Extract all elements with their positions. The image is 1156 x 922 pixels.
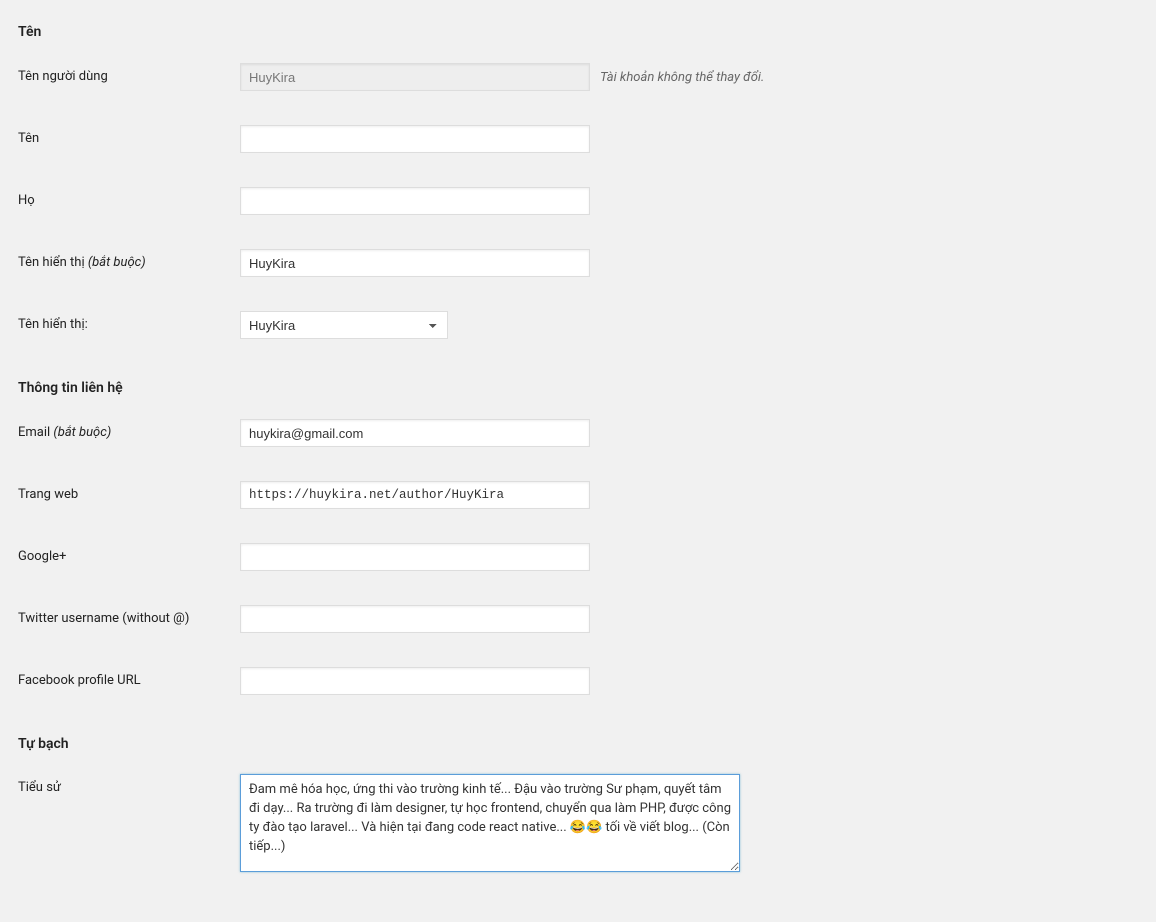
label-display-name-text-prefix: Tên hiển thị bbox=[18, 255, 88, 270]
row-display-name-select: Tên hiển thị: HuyKira bbox=[18, 310, 1138, 340]
field-col-googleplus bbox=[240, 543, 590, 571]
label-twitter: Twitter username (without @) bbox=[18, 611, 240, 628]
input-facebook[interactable] bbox=[240, 667, 590, 695]
label-facebook: Facebook profile URL bbox=[18, 673, 240, 690]
field-col-username: Tài khoản không thể thay đổi. bbox=[240, 63, 764, 91]
input-last-name[interactable] bbox=[240, 187, 590, 215]
input-website[interactable] bbox=[240, 481, 590, 509]
label-last-name: Họ bbox=[18, 193, 240, 210]
input-googleplus[interactable] bbox=[240, 543, 590, 571]
row-username: Tên người dùng Tài khoản không thể thay … bbox=[18, 62, 1138, 92]
label-website: Trang web bbox=[18, 487, 240, 504]
field-col-twitter bbox=[240, 605, 590, 633]
label-email-prefix: Email bbox=[18, 425, 53, 440]
hint-username: Tài khoản không thể thay đổi. bbox=[600, 70, 764, 85]
row-display-name-text: Tên hiển thị (bắt buộc) bbox=[18, 248, 1138, 278]
row-googleplus: Google+ bbox=[18, 542, 1138, 572]
row-bio: Tiểu sử bbox=[18, 774, 1138, 872]
row-email: Email (bắt buộc) bbox=[18, 418, 1138, 448]
select-display-name[interactable]: HuyKira bbox=[240, 311, 448, 339]
input-email[interactable] bbox=[240, 419, 590, 447]
label-email-suffix: (bắt buộc) bbox=[53, 425, 111, 440]
label-email: Email (bắt buộc) bbox=[18, 425, 240, 442]
label-display-name-text-suffix: (bắt buộc) bbox=[88, 255, 146, 270]
section-heading-about: Tự bạch bbox=[18, 736, 1138, 752]
row-twitter: Twitter username (without @) bbox=[18, 604, 1138, 634]
field-col-website bbox=[240, 481, 590, 509]
field-col-first-name bbox=[240, 125, 590, 153]
input-first-name[interactable] bbox=[240, 125, 590, 153]
section-heading-contact: Thông tin liên hệ bbox=[18, 380, 1138, 396]
field-col-display-name-text bbox=[240, 249, 590, 277]
label-display-name-select: Tên hiển thị: bbox=[18, 317, 240, 334]
label-googleplus: Google+ bbox=[18, 549, 240, 566]
field-col-email bbox=[240, 419, 590, 447]
input-twitter[interactable] bbox=[240, 605, 590, 633]
row-first-name: Tên bbox=[18, 124, 1138, 154]
label-bio: Tiểu sử bbox=[18, 774, 240, 797]
field-col-facebook bbox=[240, 667, 590, 695]
input-display-name[interactable] bbox=[240, 249, 590, 277]
row-facebook: Facebook profile URL bbox=[18, 666, 1138, 696]
textarea-bio[interactable] bbox=[240, 774, 740, 872]
label-username: Tên người dùng bbox=[18, 69, 240, 86]
field-col-last-name bbox=[240, 187, 590, 215]
row-website: Trang web bbox=[18, 480, 1138, 510]
label-first-name: Tên bbox=[18, 131, 240, 148]
field-col-display-name-select: HuyKira bbox=[240, 311, 448, 339]
field-col-bio bbox=[240, 774, 740, 872]
row-last-name: Họ bbox=[18, 186, 1138, 216]
label-display-name-text: Tên hiển thị (bắt buộc) bbox=[18, 255, 240, 272]
section-heading-name: Tên bbox=[18, 24, 1138, 40]
input-username bbox=[240, 63, 590, 91]
